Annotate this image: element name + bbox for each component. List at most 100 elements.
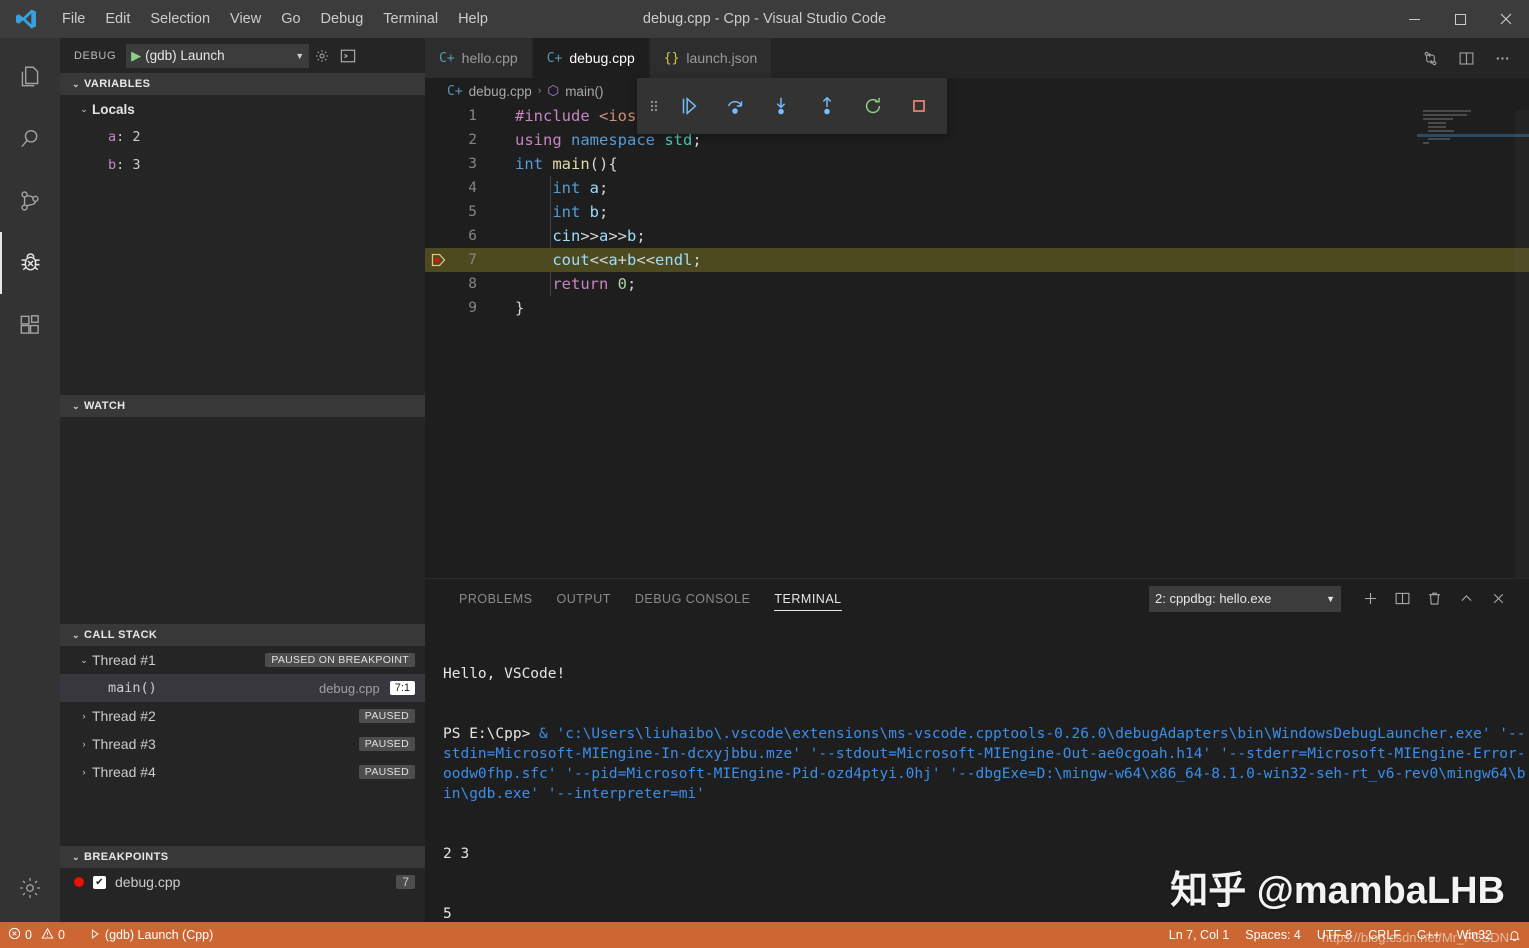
tab-launch-json[interactable]: {} launch.json: [650, 38, 772, 78]
status-cursor-position[interactable]: Ln 7, Col 1: [1161, 922, 1237, 948]
menu-file[interactable]: File: [52, 0, 95, 38]
callstack-thread-2[interactable]: › Thread #2 PAUSED: [60, 702, 425, 730]
status-encoding[interactable]: UTF-8: [1309, 922, 1360, 948]
method-symbol-icon: ⬡: [547, 83, 559, 99]
menu-debug[interactable]: Debug: [311, 0, 374, 38]
step-over-button[interactable]: [715, 86, 755, 126]
breakpoints-section-header[interactable]: ⌄ BREAKPOINTS: [60, 846, 425, 868]
variables-scope-locals[interactable]: ⌄ Locals: [60, 95, 425, 123]
code-line[interactable]: 2 using namespace std;: [425, 128, 1529, 152]
menu-help[interactable]: Help: [448, 0, 498, 38]
code-line[interactable]: 6 cin>>a>>b;: [425, 224, 1529, 248]
maximize-icon[interactable]: [1437, 0, 1483, 38]
breadcrumb-symbol[interactable]: main(): [565, 84, 603, 99]
terminal-output[interactable]: Hello, VSCode! PS E:\Cpp> & 'c:\Users\li…: [425, 618, 1529, 922]
chevron-down-icon: ⌄: [68, 79, 84, 90]
variables-section-header[interactable]: ⌄ VARIABLES: [60, 73, 425, 95]
stop-button[interactable]: [899, 86, 939, 126]
status-eol[interactable]: CRLF: [1360, 922, 1409, 948]
breadcrumb-file[interactable]: debug.cpp: [469, 84, 532, 99]
code-line[interactable]: 4 int a;: [425, 176, 1529, 200]
title-bar: File Edit Selection View Go Debug Termin…: [0, 0, 1529, 38]
status-problems[interactable]: 0 0: [0, 922, 73, 948]
breakpoint-row[interactable]: ✔ debug.cpp 7: [60, 868, 425, 896]
menu-terminal[interactable]: Terminal: [373, 0, 448, 38]
code-line[interactable]: 9 }: [425, 296, 1529, 320]
tab-problems[interactable]: PROBLEMS: [447, 579, 544, 618]
open-debug-console-icon[interactable]: [335, 43, 361, 69]
line-number: 9: [453, 296, 493, 320]
extensions-icon[interactable]: [0, 294, 60, 356]
status-launch-config[interactable]: (gdb) Launch (Cpp): [81, 922, 221, 948]
continue-button[interactable]: [669, 86, 709, 126]
step-into-button[interactable]: [761, 86, 801, 126]
search-icon[interactable]: [0, 108, 60, 170]
step-out-button[interactable]: [807, 86, 847, 126]
code-editor[interactable]: 1 #include <iostream> 2 using namespace …: [425, 104, 1529, 578]
code-line[interactable]: 1 #include <iostream>: [425, 104, 1529, 128]
close-icon[interactable]: [1483, 584, 1513, 614]
grip-icon[interactable]: [645, 86, 663, 126]
status-indentation[interactable]: Spaces: 4: [1237, 922, 1309, 948]
gear-icon[interactable]: [0, 860, 60, 922]
terminal-command: & 'c:\Users\liuhaibo\.vscode\extensions\…: [443, 726, 1526, 802]
breakpoint-checkbox[interactable]: ✔: [93, 876, 106, 889]
code-line[interactable]: 3 int main(){: [425, 152, 1529, 176]
split-editor-icon[interactable]: [1451, 43, 1481, 73]
tab-terminal[interactable]: TERMINAL: [762, 579, 853, 618]
variable-row[interactable]: a : 2: [60, 123, 425, 151]
debug-floating-toolbar[interactable]: [637, 78, 947, 134]
code-line[interactable]: 8 return 0;: [425, 272, 1529, 296]
variables-title: VARIABLES: [84, 78, 150, 90]
chevron-up-icon[interactable]: [1451, 584, 1481, 614]
code-line[interactable]: 5 int b;: [425, 200, 1529, 224]
terminal-line: 5: [443, 904, 1529, 922]
status-platform[interactable]: Win32: [1449, 922, 1500, 948]
debug-settings-button[interactable]: [309, 43, 335, 69]
tab-debug-cpp[interactable]: C+ debug.cpp: [533, 38, 650, 78]
play-icon[interactable]: ▶: [131, 49, 141, 62]
menu-go[interactable]: Go: [271, 0, 310, 38]
frame-position: 7:1: [390, 681, 415, 695]
compare-icon[interactable]: [1415, 43, 1445, 73]
tab-output[interactable]: OUTPUT: [544, 579, 622, 618]
menu-selection[interactable]: Selection: [140, 0, 220, 38]
source-control-icon[interactable]: [0, 170, 60, 232]
files-icon[interactable]: [0, 46, 60, 108]
callstack-thread-4[interactable]: › Thread #4 PAUSED: [60, 758, 425, 786]
thread-label: Thread #2: [92, 708, 156, 724]
terminal-selector[interactable]: 2: cppdbg: hello.exe ▼: [1149, 586, 1341, 612]
plus-icon[interactable]: [1355, 584, 1385, 614]
breakpoint-file: debug.cpp: [115, 874, 180, 890]
callstack-frame-main[interactable]: main() debug.cpp 7:1: [60, 674, 425, 702]
chevron-down-icon: ▼: [1326, 594, 1335, 604]
tab-debug-console[interactable]: DEBUG CONSOLE: [623, 579, 763, 618]
minimize-icon[interactable]: [1391, 0, 1437, 38]
variable-row[interactable]: b : 3: [60, 151, 425, 179]
status-language-mode[interactable]: C++: [1409, 922, 1449, 948]
split-icon[interactable]: [1387, 584, 1417, 614]
callstack-thread-3[interactable]: › Thread #3 PAUSED: [60, 730, 425, 758]
debug-configuration-select[interactable]: ▶ (gdb) Launch ▼: [126, 44, 309, 68]
terminal-text: 5: [443, 906, 452, 922]
bell-icon[interactable]: [1500, 922, 1529, 948]
tab-hello-cpp[interactable]: C+ hello.cpp: [425, 38, 533, 78]
breakpoint-arrow-icon[interactable]: [425, 252, 453, 268]
callstack-section-header[interactable]: ⌄ CALL STACK: [60, 624, 425, 646]
menu-view[interactable]: View: [220, 0, 271, 38]
watch-section-header[interactable]: ⌄ WATCH: [60, 395, 425, 417]
watch-body[interactable]: [60, 417, 425, 624]
line-number: 3: [453, 152, 493, 176]
callstack-body: ⌄ Thread #1 PAUSED ON BREAKPOINT main() …: [60, 646, 425, 846]
debug-bug-icon[interactable]: [0, 232, 60, 294]
menu-edit[interactable]: Edit: [95, 0, 140, 38]
breadcrumb: C+ debug.cpp › ⬡ main(): [425, 78, 1529, 104]
code-line-current[interactable]: 7 cout<<a+b<<endl;: [425, 248, 1529, 272]
callstack-thread-1[interactable]: ⌄ Thread #1 PAUSED ON BREAKPOINT: [60, 646, 425, 674]
close-icon[interactable]: [1483, 0, 1529, 38]
restart-button[interactable]: [853, 86, 893, 126]
status-bar-right: Ln 7, Col 1 Spaces: 4 UTF-8 CRLF C++ Win…: [1161, 922, 1529, 948]
trash-icon[interactable]: [1419, 584, 1449, 614]
breakpoints-title: BREAKPOINTS: [84, 851, 168, 863]
ellipsis-icon[interactable]: [1487, 43, 1517, 73]
